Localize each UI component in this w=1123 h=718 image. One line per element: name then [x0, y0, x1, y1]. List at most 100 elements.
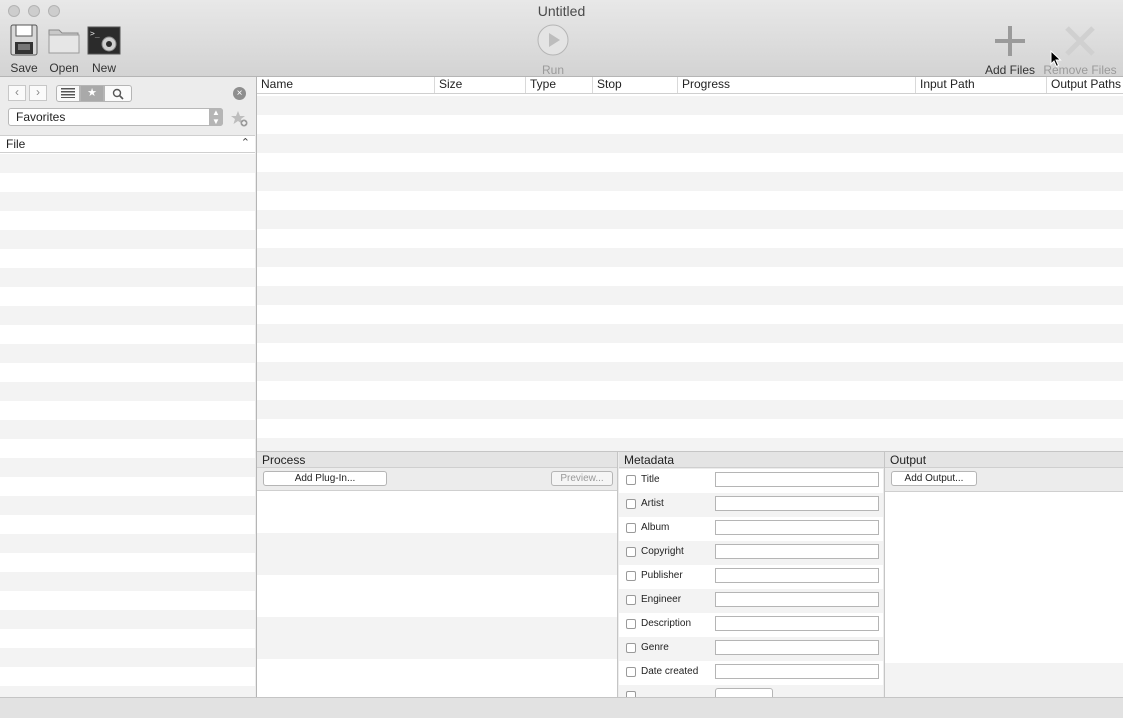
publisher-label: Publisher [641, 570, 683, 581]
date-created-checkbox[interactable] [626, 667, 636, 677]
column-header-stop[interactable]: Stop [592, 77, 677, 93]
metadata-row-publisher: Publisher [619, 565, 883, 589]
output-list[interactable] [885, 491, 1123, 664]
process-panel: Process Add Plug-In... Preview... [257, 452, 618, 698]
metadata-row-album: Album [619, 517, 883, 541]
publisher-checkbox[interactable] [626, 571, 636, 581]
location-select-value: Favorites [16, 110, 66, 124]
metadata-row-partial [619, 685, 883, 697]
album-label: Album [641, 522, 670, 533]
file-list[interactable]: File ⌃ [0, 135, 255, 697]
clear-circle-icon[interactable]: × [233, 87, 246, 100]
date-created-field[interactable] [715, 664, 879, 679]
plugin-list[interactable] [257, 490, 617, 698]
metadata-row-title: Title [619, 469, 883, 493]
save-label: Save [10, 61, 38, 75]
metadata-row-copyright: Copyright [619, 541, 883, 565]
copyright-checkbox[interactable] [626, 547, 636, 557]
engineer-checkbox[interactable] [626, 595, 636, 605]
app-window: Untitled Save Open >_ New Run Add Files … [0, 0, 1123, 718]
output-title: Output [885, 452, 1123, 468]
terminal-gear-icon: >_ [87, 26, 121, 55]
mouse-pointer-icon [1050, 49, 1062, 71]
artist-checkbox[interactable] [626, 499, 636, 509]
column-header-input-path[interactable]: Input Path [915, 77, 1046, 93]
forward-button[interactable]: › [29, 85, 47, 101]
date-created-label: Date created [641, 666, 699, 677]
list-icon [61, 88, 75, 98]
copyright-field[interactable] [715, 544, 879, 559]
run-button[interactable]: Run [534, 24, 572, 77]
metadata-row-genre: Genre [619, 637, 883, 661]
svg-text:>_: >_ [90, 29, 100, 38]
file-browser-sidebar: ‹ › ★ × Favorites ▲ ▼ File ⌃ [0, 77, 257, 697]
preview-button[interactable]: Preview... [551, 471, 613, 486]
metadata-row-artist: Artist [619, 493, 883, 517]
folder-icon [48, 29, 80, 54]
add-files-button[interactable]: Add Files [983, 24, 1037, 77]
toolbar: Untitled Save Open >_ New Run Add Files … [0, 0, 1123, 77]
search-icon [112, 88, 124, 100]
sort-chevron-up-icon: ⌃ [240, 137, 250, 149]
genre-field[interactable] [715, 640, 879, 655]
engineer-label: Engineer [641, 594, 682, 605]
favorites-view-button[interactable]: ★ [80, 85, 104, 102]
metadata-row-engineer: Engineer [619, 589, 883, 613]
plus-icon [995, 26, 1025, 56]
star-icon: ★ [87, 87, 97, 99]
genre-checkbox[interactable] [626, 643, 636, 653]
output-panel: Output Add Output... [885, 452, 1123, 697]
files-table[interactable]: Name Size Type Stop Progress Input Path … [257, 77, 1123, 452]
add-output-button[interactable]: Add Output... [891, 471, 977, 486]
files-table-header: Name Size Type Stop Progress Input Path … [257, 77, 1123, 94]
column-header-progress[interactable]: Progress [677, 77, 915, 93]
save-button[interactable]: Save [6, 24, 42, 75]
list-view-button[interactable] [56, 85, 80, 102]
new-button[interactable]: >_ New [86, 26, 122, 75]
add-plugin-button[interactable]: Add Plug-In... [263, 471, 387, 486]
description-label: Description [641, 618, 692, 629]
column-header-type[interactable]: Type [525, 77, 592, 93]
genre-label: Genre [641, 642, 669, 653]
back-button[interactable]: ‹ [8, 85, 26, 101]
metadata-title: Metadata [619, 452, 884, 468]
album-checkbox[interactable] [626, 523, 636, 533]
process-title: Process [257, 452, 617, 468]
search-view-button[interactable] [104, 85, 132, 102]
title-label: Title [641, 474, 660, 485]
album-field[interactable] [715, 520, 879, 535]
description-field[interactable] [715, 616, 879, 631]
artist-label: Artist [641, 498, 664, 509]
column-header-output-paths[interactable]: Output Paths [1046, 77, 1123, 93]
window-title: Untitled [537, 3, 586, 19]
add-favorite-icon[interactable] [231, 110, 248, 130]
column-header-name[interactable]: Name [257, 77, 434, 93]
metadata-fields: Title Artist Album Copyright Publisher E… [619, 469, 883, 697]
status-bar [0, 697, 1123, 718]
x-mark-icon [1065, 26, 1095, 56]
run-label: Run [541, 63, 564, 77]
open-button[interactable]: Open [45, 26, 83, 75]
play-icon [537, 24, 569, 56]
open-label: Open [49, 61, 79, 75]
copyright-label: Copyright [641, 546, 684, 557]
location-select[interactable]: Favorites ▲ ▼ [8, 108, 223, 126]
add-files-label: Add Files [984, 63, 1036, 77]
output-list-row [885, 663, 1123, 697]
metadata-row-date-created: Date created [619, 661, 883, 685]
engineer-field[interactable] [715, 592, 879, 607]
description-checkbox[interactable] [626, 619, 636, 629]
publisher-field[interactable] [715, 568, 879, 583]
new-label: New [91, 61, 116, 75]
title-checkbox[interactable] [626, 475, 636, 485]
updown-chevron-icon: ▲ ▼ [209, 108, 223, 126]
metadata-row-description: Description [619, 613, 883, 637]
column-header-size[interactable]: Size [434, 77, 525, 93]
partial-field[interactable] [715, 688, 773, 697]
title-field[interactable] [715, 472, 879, 487]
file-column-label: File [6, 137, 26, 151]
file-column-header[interactable]: File ⌃ [0, 135, 255, 153]
artist-field[interactable] [715, 496, 879, 511]
floppy-disk-icon [10, 24, 38, 56]
metadata-panel: Metadata Title Artist Album Copyright Pu… [619, 452, 885, 697]
